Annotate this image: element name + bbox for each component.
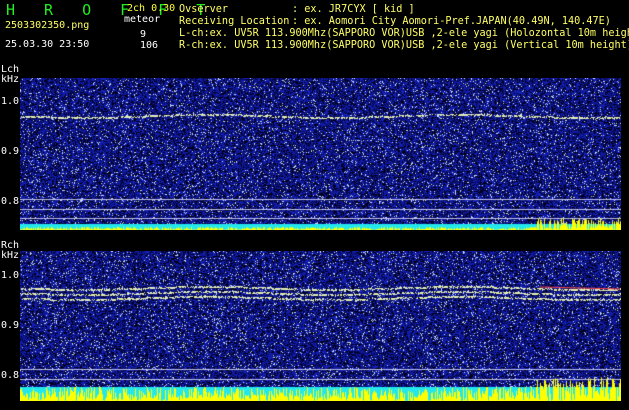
meteor-count-rch: 106 (140, 40, 159, 51)
lch-spectrogram (20, 78, 621, 230)
info-location: Receiving Location: ex. Aomori City Aomo… (179, 16, 611, 27)
rch-tick: 0.9 (1, 320, 20, 331)
capture-datetime: 25.03.30 23:50 (5, 39, 90, 50)
app-version: 2ch 0.30 (127, 3, 176, 14)
info-observer: Ovserver: ex. JR7CYX [ kid ] (179, 4, 415, 15)
lch-tick: 0.9 (1, 146, 20, 157)
rch-spectrogram-canvas (20, 251, 621, 401)
rch-tick: 0.8 (1, 370, 20, 381)
rch-tick: 1.0 (1, 270, 20, 281)
lch-unit: kHz (1, 74, 20, 85)
rch-spectrogram (20, 251, 621, 401)
meteor-count-label: meteor (124, 14, 161, 25)
info-rch-setup: R-ch:ex. UV5R 113.900Mhz(SAPPORO VOR)USB… (179, 40, 629, 51)
meteor-count-lch: 9 (140, 29, 147, 40)
lch-tick: 0.8 (1, 196, 20, 207)
lch-spectrogram-canvas (20, 78, 621, 230)
lch-tick: 1.0 (1, 96, 20, 107)
rch-unit: kHz (1, 250, 20, 261)
image-filename: 2503302350.png (5, 20, 90, 31)
info-lch-setup: L-ch:ex. UV5R 113.900Mhz(SAPPORO VOR)USB… (179, 28, 629, 39)
